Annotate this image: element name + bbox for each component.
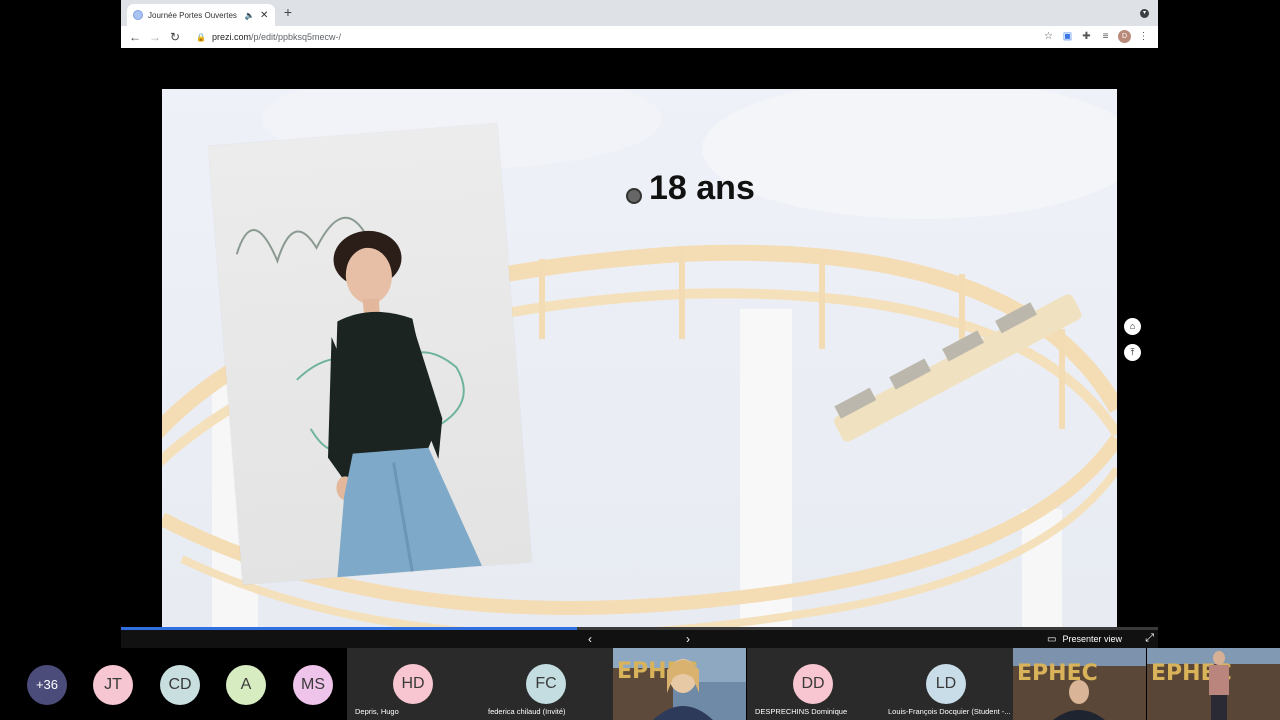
previous-step-button[interactable]: ‹ [582,630,598,648]
url-path: /p/edit/ppbksq5mecw-/ [250,32,342,42]
prezi-favicon-icon [133,10,143,20]
tab-close-icon[interactable]: ✕ [259,10,269,21]
participant-name: Depris, Hugo [355,707,399,716]
forward-arrow-icon[interactable]: → [146,28,164,46]
participant-video-feed: EPHEC [1147,648,1280,720]
participant-video[interactable]: EPHEC [1147,648,1280,720]
participant-avatar[interactable]: A [226,665,266,705]
speaker-icon[interactable]: 🔈 [244,11,254,20]
participant-initials: LD [935,675,957,692]
participant-video[interactable]: EPHEC [613,648,746,720]
profile-avatar[interactable]: D [1118,30,1131,43]
participant-name: Louis-François Docquier (Student -... [888,707,1011,716]
presenter-view-icon: ▭ [1047,633,1057,645]
participant-avatar[interactable]: JT [93,665,133,705]
more-menu-icon[interactable]: ⋮ [1137,30,1150,43]
address-bar[interactable]: 🔒 prezi.com/p/edit/ppbksq5mecw-/ [190,28,1010,46]
participant-video-feed: EPHEC [1013,648,1146,720]
reload-icon[interactable]: ↻ [166,28,184,46]
participant-initials: FC [535,675,557,692]
bookmark-star-icon[interactable]: ☆ [1042,30,1055,43]
model-photo-image [235,216,482,578]
building-sign-text: EPHEC [1017,661,1098,686]
lock-icon[interactable]: 🔒 [196,33,206,42]
participants-overflow-badge[interactable]: +36 [27,665,67,705]
presentation-slide[interactable]: 18 ans [162,89,1117,627]
browser-tab[interactable]: Journée Portes Ouvertes 2 🔈 ✕ [127,4,275,26]
participant-avatar: HD [393,664,433,704]
fullscreen-icon[interactable]: ⤢ [1145,632,1154,645]
presenter-view-label: Presenter view [1062,634,1122,644]
bullet-point-icon [626,188,642,204]
home-icon[interactable]: ⌂ [1124,318,1141,335]
extensions-puzzle-icon[interactable]: ✚ [1080,30,1093,43]
participant-avatar: FC [526,664,566,704]
media-queue-icon[interactable]: ≡ [1099,30,1112,43]
participant-name: federica chilaud (Invité) [488,707,566,716]
participant-initials: A [240,676,252,693]
participant-tile[interactable]: FC federica chilaud (Invité) [480,648,613,720]
participant-name: DESPRECHINS Dominique [755,707,848,716]
participant-avatar[interactable]: MS [293,665,333,705]
presenter-view-button[interactable]: ▭ Presenter view [1047,630,1122,648]
url-host: prezi.com [211,32,251,42]
participant-initials: MS [301,676,325,693]
participant-initials: DD [801,675,825,692]
browser-window: Journée Portes Ouvertes 2 🔈 ✕ + ▾ ← → ↻ … [121,0,1158,48]
fashion-photo[interactable] [208,123,532,585]
participant-avatar: LD [926,664,966,704]
next-step-button[interactable]: › [680,630,696,648]
tab-search-icon[interactable]: ▾ [1140,9,1149,18]
toolbar-actions: ☆ ▣ ✚ ≡ D ⋮ [1042,30,1150,43]
participant-tile[interactable]: LD Louis-François Docquier (Student -... [880,648,1013,720]
zoom-out-up-icon[interactable]: ⤒ [1124,344,1141,361]
participant-video-feed: EPHEC [613,648,746,720]
slide-heading[interactable]: 18 ans [649,169,755,208]
participant-avatar: DD [793,664,833,704]
tab-title: Journée Portes Ouvertes 2 [148,10,240,20]
tab-strip: Journée Portes Ouvertes 2 🔈 ✕ + ▾ [121,0,1158,26]
extension-screen-icon[interactable]: ▣ [1061,30,1074,43]
overflow-count: +36 [35,677,59,692]
browser-toolbar: ← → ↻ 🔒 prezi.com/p/edit/ppbksq5mecw-/ ☆… [121,26,1158,48]
url-text: prezi.com/p/edit/ppbksq5mecw-/ [212,32,341,42]
participant-tile[interactable]: DD DESPRECHINS Dominique [747,648,880,720]
new-tab-button[interactable]: + [281,5,295,19]
participant-initials: HD [401,675,425,692]
participant-avatar[interactable]: CD [160,665,200,705]
presentation-controls: ‹ › ▭ Presenter view ⤢ [121,630,1158,648]
participant-video[interactable]: EPHEC [1013,648,1146,720]
participant-initials: JT [104,676,122,693]
participant-initials: CD [168,676,192,693]
participants-strip: +36 JT CD A MS HD Depris, Hugo FC federi… [0,648,1280,720]
participant-tile[interactable]: HD Depris, Hugo [347,648,480,720]
back-arrow-icon[interactable]: ← [126,28,144,46]
